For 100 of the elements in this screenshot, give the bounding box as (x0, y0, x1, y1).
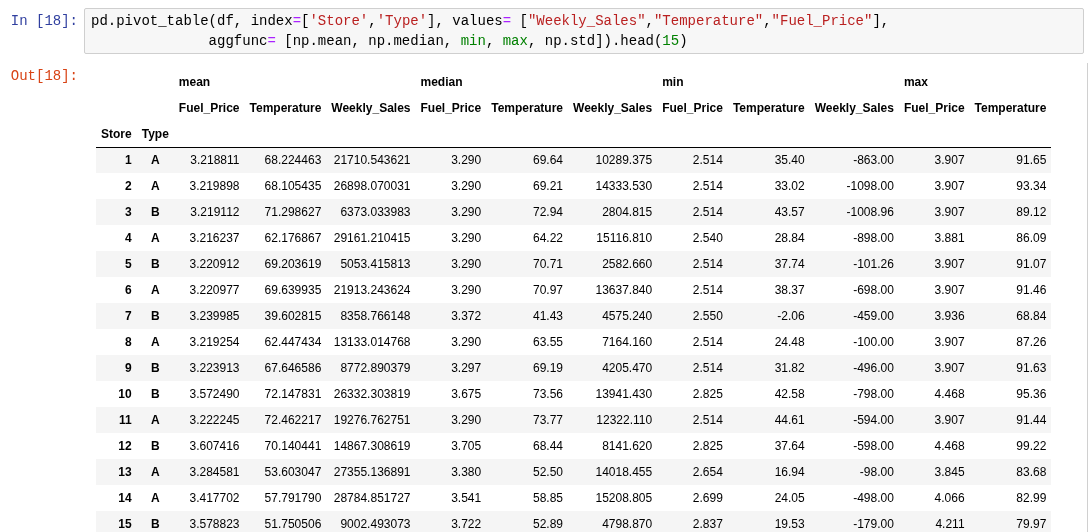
table-cell: -498.00 (853, 491, 894, 505)
table-cell: 95.36 (1016, 387, 1047, 401)
table-cell: 2.514 (692, 335, 723, 349)
input-prompt: In [18]: (9, 12, 79, 31)
table-cell: 3.572490 (189, 387, 240, 401)
row-header: B (150, 387, 160, 401)
column-header: Temperature (249, 101, 322, 115)
table-cell: 3.290 (451, 283, 482, 297)
row-header: 3 (125, 205, 132, 219)
table-cell: 38.37 (774, 283, 805, 297)
table-cell: 2.514 (692, 257, 723, 271)
table-cell: -2.06 (777, 309, 805, 323)
row-header: B (150, 309, 160, 323)
table-cell: 3.722 (451, 517, 482, 531)
table-cell: 3.218811 (190, 153, 240, 168)
table-cell: 28.84 (774, 231, 805, 245)
table-cell: 42.58 (774, 387, 805, 401)
table-cell: 3.936 (934, 309, 965, 323)
table-cell: 2.514 (692, 179, 723, 193)
table-cell: -100.00 (853, 335, 894, 349)
table-cell: 35.40 (774, 153, 805, 168)
index-name: Type (141, 126, 169, 141)
table-cell: 68.84 (1016, 309, 1047, 323)
row-header: 10 (118, 387, 132, 401)
table-cell: 72.147831 (264, 387, 322, 401)
table-cell: 3.907 (934, 257, 965, 271)
row-header: 4 (125, 231, 132, 245)
table-cell: 15116.810 (596, 231, 653, 245)
table-cell: 8141.620 (602, 439, 653, 453)
table-cell: 3.290 (451, 335, 482, 349)
table-cell: 44.61 (774, 413, 805, 427)
row-header: B (150, 361, 160, 375)
table-cell: -179.00 (853, 517, 894, 531)
column-group-header: min (662, 75, 684, 89)
row-header: B (150, 439, 160, 453)
table-cell: 31.82 (774, 361, 805, 375)
table-cell: 2.825 (692, 439, 723, 453)
table-cell: 3.372 (451, 309, 482, 323)
table-cell: 3.290 (451, 231, 482, 245)
row-header: 11 (119, 413, 132, 427)
table-cell: 64.22 (533, 231, 563, 245)
table-cell: 3.216237 (189, 231, 240, 245)
table-cell: 4205.470 (602, 361, 653, 375)
code-line: aggfunc= [np.mean, np.median, min, max, np.std]).head(15) (207, 32, 688, 51)
table-cell: 69.64 (533, 153, 563, 168)
table-cell: 24.05 (774, 491, 805, 505)
table-cell: -698.00 (853, 283, 894, 297)
table-cell: 3.284581 (189, 465, 240, 479)
table-cell: 72.462217 (264, 413, 322, 427)
table-cell: 3.220977 (189, 283, 240, 297)
table-cell: 69.21 (533, 179, 563, 193)
table-cell: 4.468 (934, 387, 965, 401)
table-cell: 8772.890379 (340, 361, 411, 375)
table-cell: 99.22 (1016, 439, 1047, 453)
table-cell: 37.64 (774, 439, 805, 453)
table-cell: 4575.240 (602, 309, 653, 323)
table-cell: 2582.660 (602, 257, 653, 271)
table-cell: 3.219112 (190, 205, 240, 219)
table-cell: 3.907 (934, 283, 965, 297)
table-cell: 58.85 (533, 491, 563, 505)
table-cell: 93.34 (1016, 179, 1047, 193)
row-header: 1 (125, 153, 132, 168)
table-cell: 2.514 (692, 205, 723, 219)
column-header: Weekly_Sales (573, 101, 653, 115)
table-cell: 12322.110 (596, 413, 653, 427)
table-cell: 68.224463 (264, 153, 322, 168)
table-cell: 62.447434 (264, 335, 322, 349)
table-cell: 2.514 (692, 283, 723, 297)
table-cell: 3.223913 (189, 361, 240, 375)
table-cell: 63.55 (533, 335, 563, 349)
table-cell: 3.907 (934, 179, 965, 193)
table-cell: 2.699 (692, 491, 723, 505)
table-cell: 91.44 (1016, 413, 1047, 427)
table-cell: 2.550 (692, 309, 723, 323)
table-cell: 2.514 (692, 413, 723, 427)
table-cell: 19.53 (774, 517, 805, 531)
table-cell: 13941.430 (595, 387, 653, 401)
column-header: Fuel_Price (903, 101, 965, 115)
table-cell: 3.417702 (189, 491, 240, 505)
table-cell: 73.77 (533, 413, 563, 427)
table-cell: 3.290 (451, 413, 482, 427)
table-cell: -101.26 (853, 257, 894, 271)
row-header: A (150, 491, 160, 505)
code-line: pd.pivot_table(df, index=['Store','Type'], values= ["Weekly_Sales","Temperature","Fuel_Price"], (91, 12, 890, 31)
table-cell: 3.290 (451, 153, 482, 168)
row-header: A (150, 231, 160, 245)
row-header: A (150, 153, 160, 168)
table-cell: 41.43 (533, 309, 563, 323)
table-cell: 3.219254 (189, 335, 240, 349)
table-cell: 5053.415813 (340, 257, 411, 271)
row-header: 2 (125, 179, 132, 193)
table-cell: 91.63 (1016, 361, 1047, 375)
row-header: 14 (118, 491, 132, 505)
table-cell: 29161.210415 (333, 231, 411, 245)
table-cell: 83.68 (1016, 465, 1047, 479)
row-header: A (150, 413, 160, 427)
code-cell[interactable]: pd.pivot_table(df, index=['Store','Type'], values= ["Weekly_Sales","Temperature","Fuel_Price"], aggfunc= [np.mean, np.median, min, max, np.std]).head(15) (84, 8, 1084, 54)
table-cell: 3.290 (451, 179, 482, 193)
table-cell: 4.066 (934, 491, 965, 505)
row-header: 15 (118, 517, 132, 531)
